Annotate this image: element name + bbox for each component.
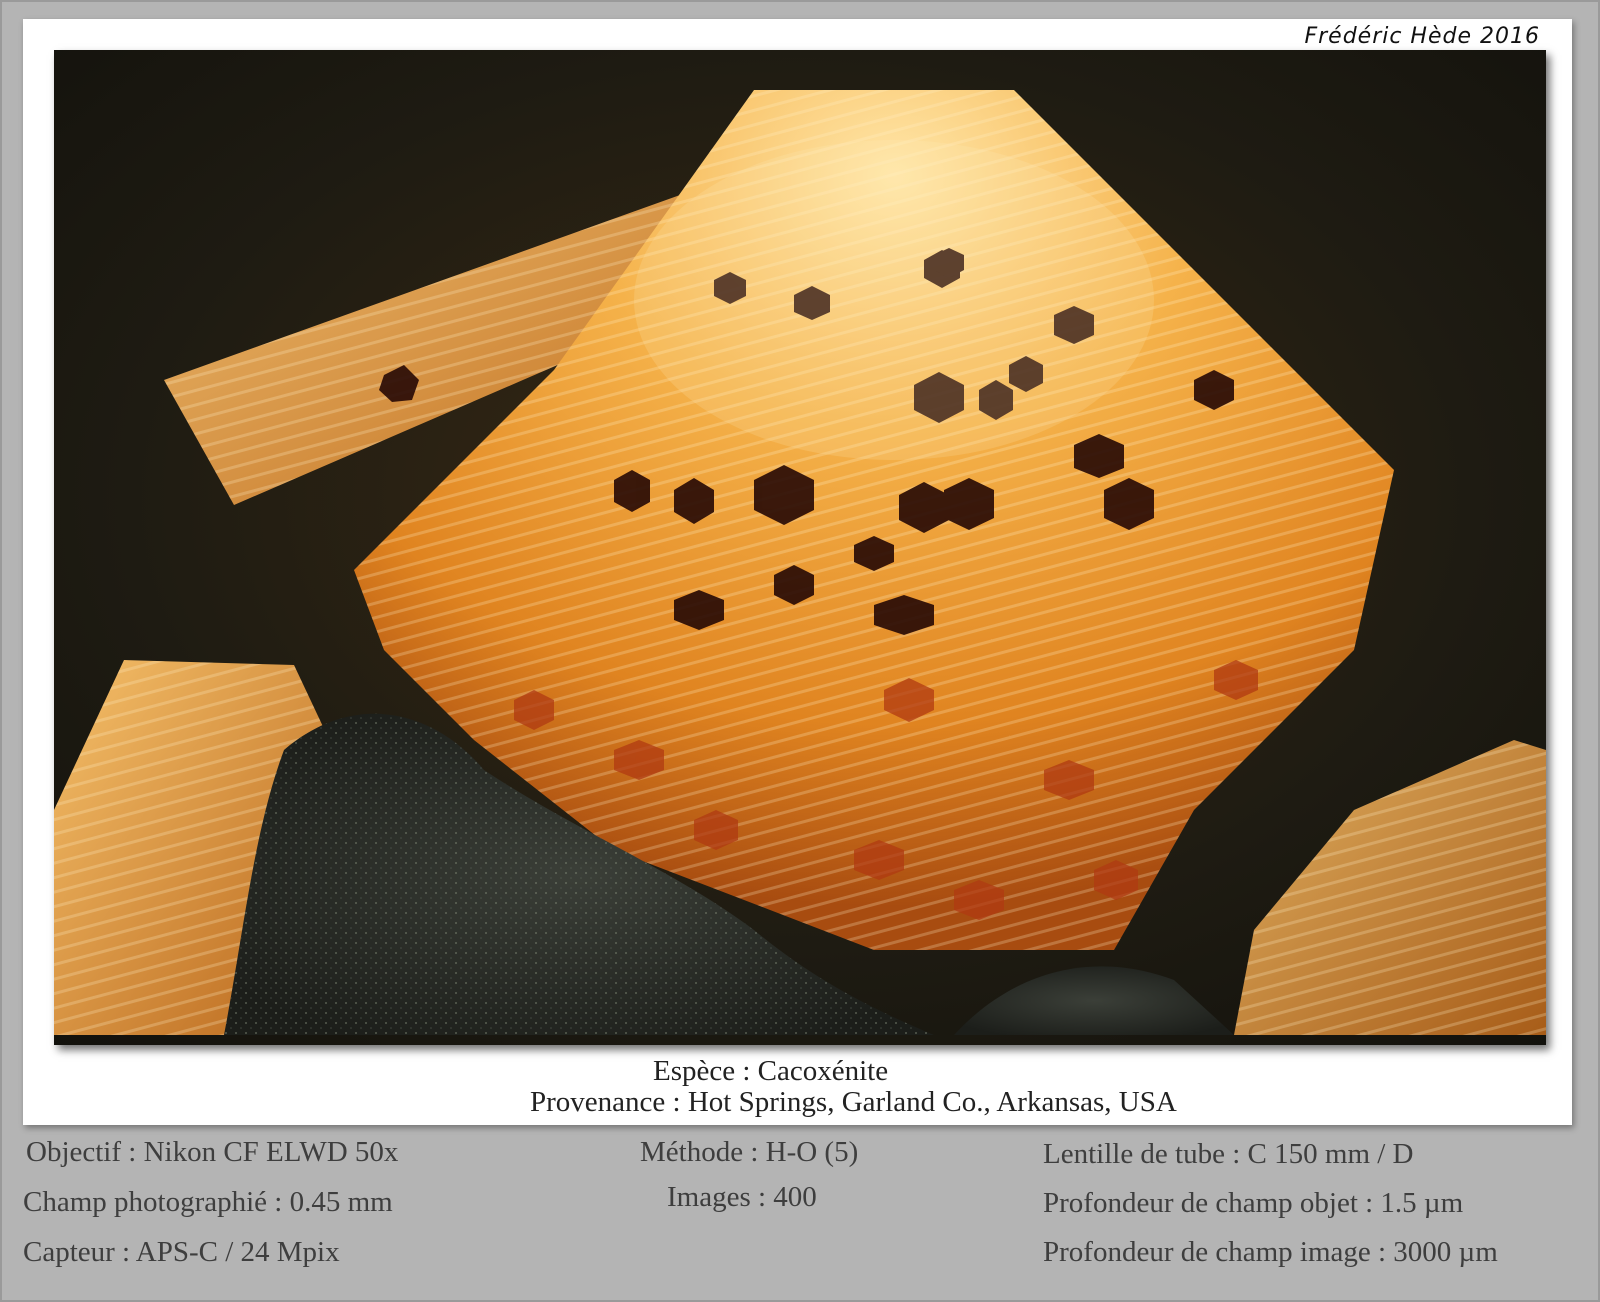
field-info: Champ photographié : 0.45 mm	[23, 1186, 393, 1218]
tube-lens-info: Lentille de tube : C 150 mm / D	[1043, 1138, 1414, 1170]
object-depth-info: Profondeur de champ objet : 1.5 µm	[1043, 1187, 1464, 1219]
objective-info: Objectif : Nikon CF ELWD 50x	[26, 1136, 399, 1168]
image-depth-info: Profondeur de champ image : 3000 µm	[1043, 1236, 1498, 1268]
sensor-info: Capteur : APS-C / 24 Mpix	[23, 1236, 340, 1268]
photographer-signature: Frédéric Hède 2016	[1304, 24, 1540, 49]
mineral-photo	[54, 50, 1546, 1045]
image-count-info: Images : 400	[667, 1181, 817, 1213]
species-caption: Espèce : Cacoxénite	[653, 1055, 889, 1087]
origin-caption: Provenance : Hot Springs, Garland Co., A…	[530, 1086, 1177, 1118]
method-info: Méthode : H-O (5)	[640, 1136, 859, 1168]
